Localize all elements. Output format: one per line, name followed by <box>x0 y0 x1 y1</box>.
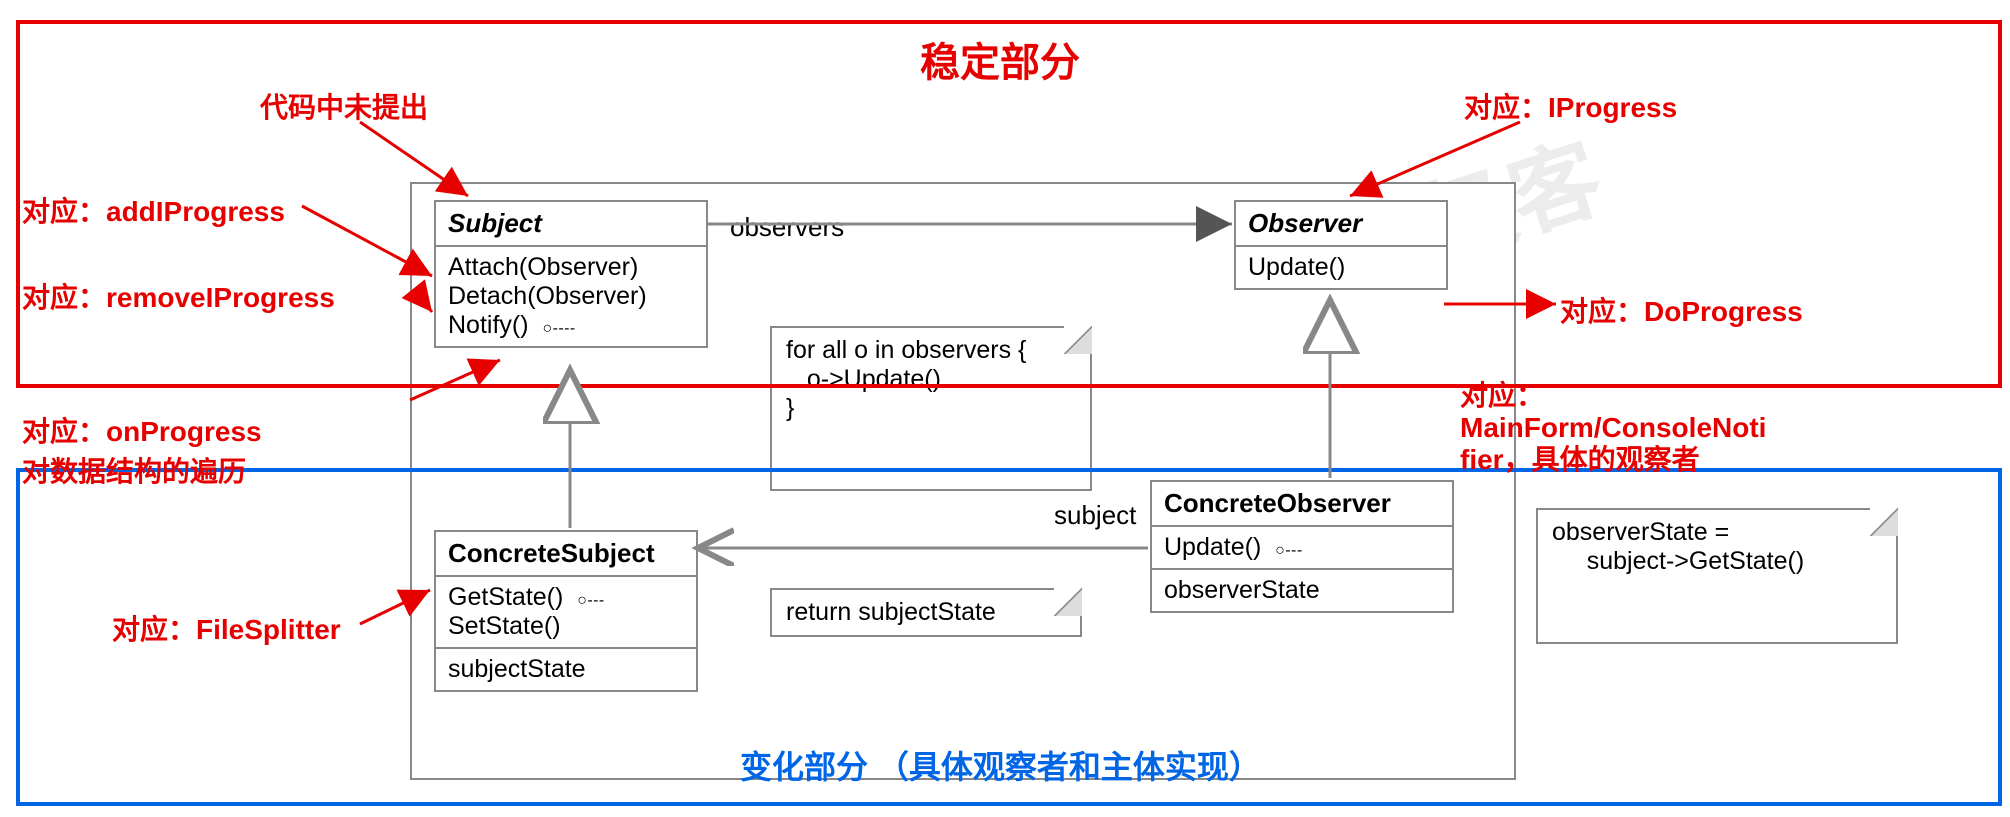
ann-doprogress: 对应：DoProgress <box>1560 290 1803 330</box>
stable-title: 稳定部分 <box>920 30 1080 88</box>
diagram-canvas: GeekBand 极客 Subject Attach(Observer) Det… <box>0 0 2010 817</box>
ann-filesplitter: 对应：FileSplitter <box>112 608 341 648</box>
ann-onprogress: 对应：onProgress 对数据结构的遍历 <box>22 410 262 490</box>
ann-addiprogress: 对应：addIProgress <box>22 190 285 230</box>
ann-removeiprogress: 对应：removeIProgress <box>22 276 335 316</box>
change-title: 变化部分 （具体观察者和主体实现） <box>740 742 1261 788</box>
ann-not-in-code: 代码中未提出 <box>260 86 428 126</box>
ann-iprogress: 对应：IProgress <box>1464 86 1677 126</box>
ann-concrete-observer: 对应： MainForm/ConsoleNoti fier，具体的观察者 <box>1460 380 1766 477</box>
